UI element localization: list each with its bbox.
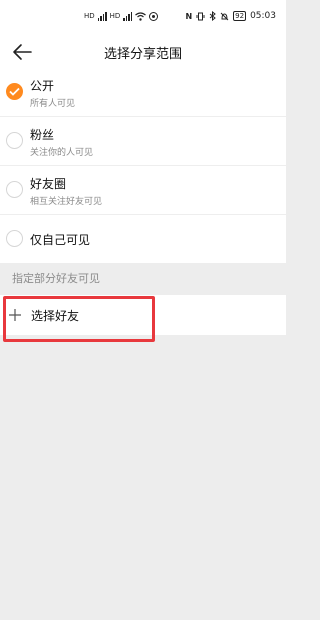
signal-icon <box>123 11 133 21</box>
option-only-me[interactable]: 仅自己可见 <box>0 215 286 263</box>
alarm-off-icon <box>220 12 229 20</box>
option-title: 公开 <box>30 79 55 93</box>
status-left: HD HD <box>84 11 159 21</box>
option-subtitle: 关注你的人可见 <box>30 148 94 158</box>
option-public[interactable]: 公开 所有人可见 <box>0 68 286 117</box>
battery-icon: 92 <box>233 11 247 21</box>
nfc-icon: N <box>185 11 193 21</box>
highlight-box <box>3 296 155 342</box>
sim-hd-icon: HD <box>84 12 95 20</box>
message-icon <box>149 11 159 21</box>
wifi-icon <box>135 11 147 21</box>
bluetooth-icon <box>209 11 216 21</box>
section-label: 指定部分好友可见 <box>0 263 286 295</box>
radio-icon[interactable] <box>6 230 23 247</box>
option-fans[interactable]: 粉丝 关注你的人可见 <box>0 117 286 166</box>
radio-icon[interactable] <box>6 181 23 198</box>
option-title: 粉丝 <box>30 128 55 142</box>
option-title: 仅自己可见 <box>30 233 91 247</box>
visibility-options: 公开 所有人可见 粉丝 关注你的人可见 好友圈 相互关注好友可见 仅自己可见 <box>0 68 286 263</box>
option-subtitle: 所有人可见 <box>30 99 76 109</box>
sim-hd-icon: HD <box>109 12 121 20</box>
radio-checked-icon[interactable] <box>6 83 23 100</box>
header: 选择分享范围 <box>0 36 286 68</box>
status-right: N 92 05:03 <box>185 11 276 21</box>
option-title: 好友圈 <box>30 177 67 191</box>
option-subtitle: 相互关注好友可见 <box>30 197 103 207</box>
status-bar: HD HD N 92 05:03 <box>0 0 286 36</box>
signal-icon <box>97 11 107 21</box>
vibrate-icon <box>196 12 205 20</box>
page-title: 选择分享范围 <box>103 47 182 62</box>
status-time: 05:03 <box>250 11 276 21</box>
option-friends-circle[interactable]: 好友圈 相互关注好友可见 <box>0 166 286 215</box>
radio-icon[interactable] <box>6 132 23 149</box>
